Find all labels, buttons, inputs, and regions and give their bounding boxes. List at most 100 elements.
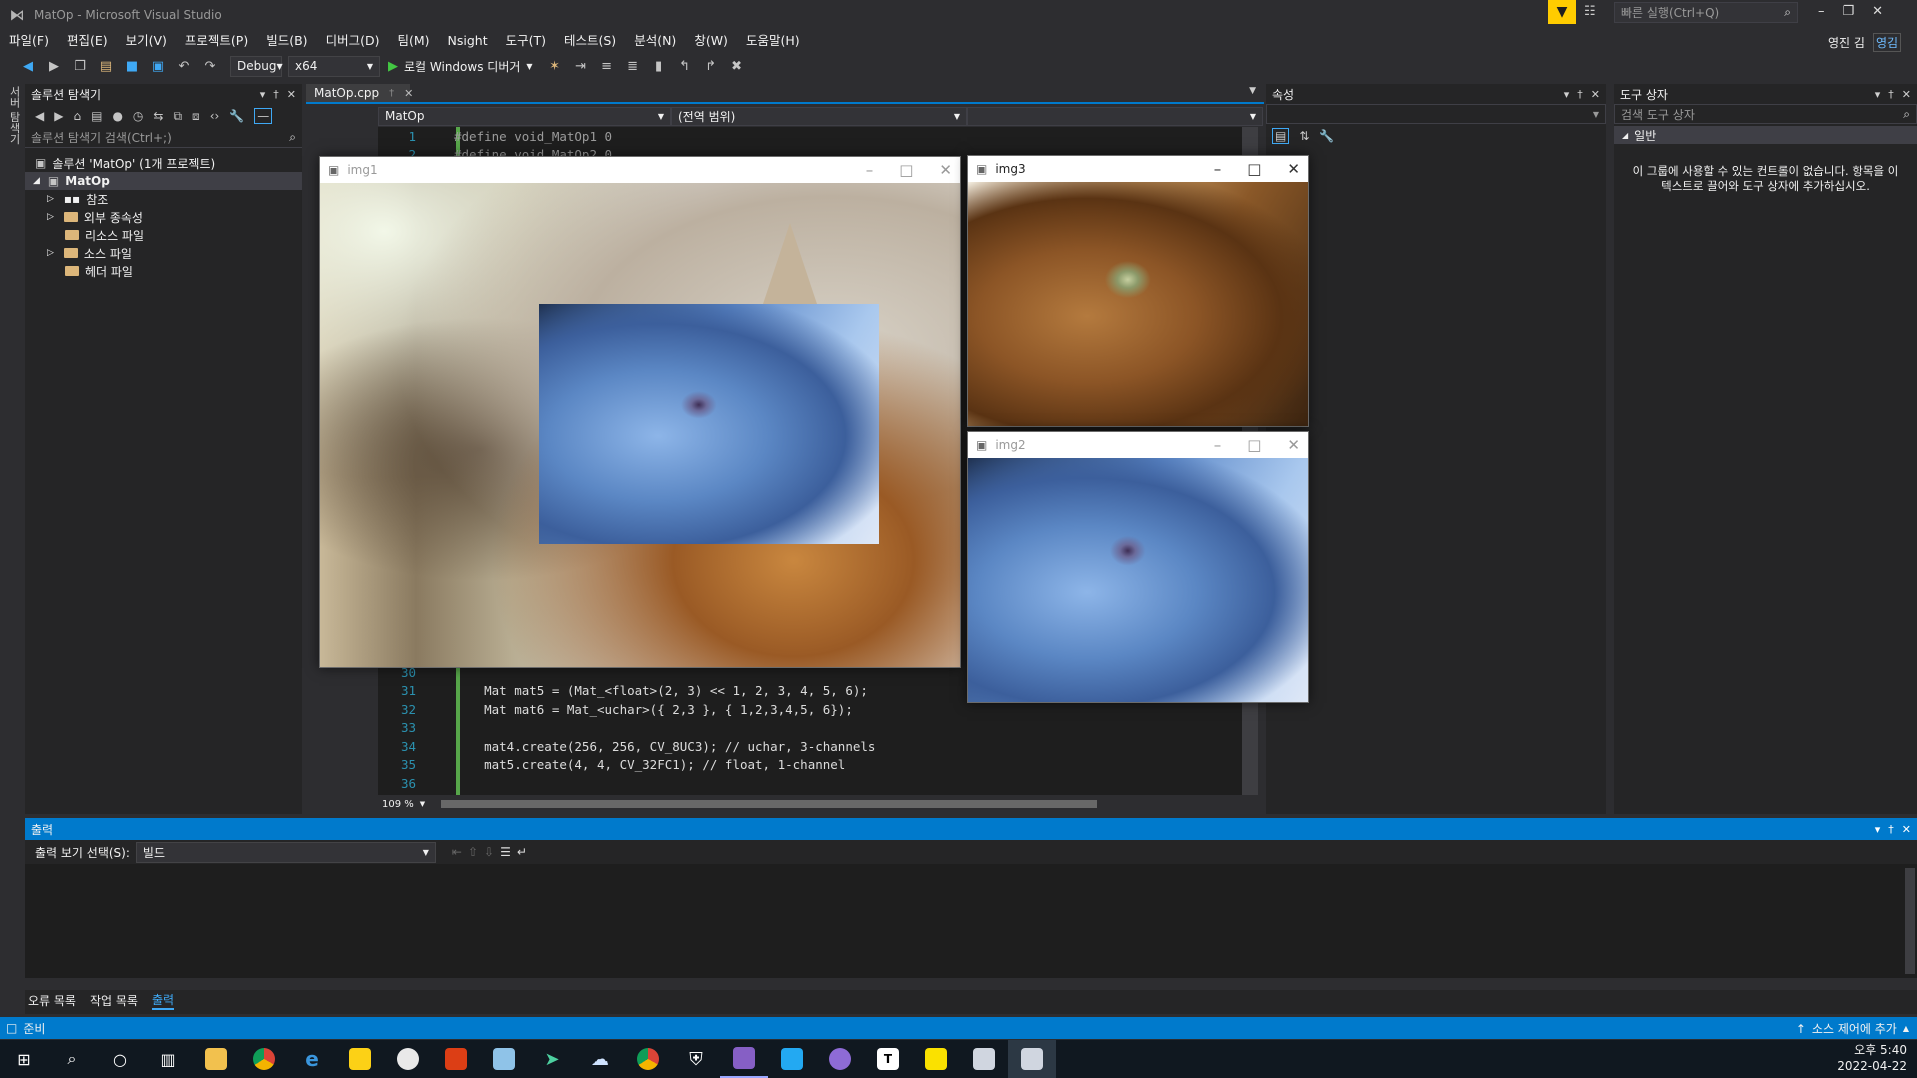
menu-view[interactable]: 보기(V) [117, 30, 176, 52]
find-message-icon[interactable]: ⇤ [452, 845, 462, 859]
tree-project[interactable]: ◢ ▣ MatOp [25, 172, 302, 190]
close-icon[interactable]: ✕ [287, 88, 296, 101]
app-window-icon[interactable] [960, 1040, 1008, 1078]
new-project-icon[interactable]: ❐ [68, 55, 92, 77]
platform-select[interactable]: x64 ▼ [288, 55, 380, 77]
minimize-button[interactable]: – [1214, 436, 1222, 454]
zoom-level[interactable]: 109 % [376, 799, 420, 810]
save-all-icon[interactable]: ▣ [146, 55, 170, 77]
uncomment-icon[interactable]: ≣ [621, 55, 645, 77]
system-clock[interactable]: 오후 5:40 2022-04-22 [1837, 1042, 1907, 1074]
member-nav-select[interactable]: ▼ [967, 106, 1263, 126]
pin-icon[interactable]: † [1888, 88, 1894, 101]
alphabetical-icon[interactable]: ⇅ [1299, 129, 1309, 143]
close-button[interactable]: ✕ [939, 161, 952, 179]
configuration-select[interactable]: Debug ▼ [230, 55, 283, 77]
office-icon[interactable] [432, 1040, 480, 1078]
menu-build[interactable]: 빌드(B) [257, 30, 316, 52]
tab-output[interactable]: 출력 [151, 991, 175, 1010]
close-icon[interactable]: ✕ [1591, 88, 1600, 101]
pin-icon[interactable]: † [1888, 823, 1894, 836]
maximize-button[interactable]: □ [899, 161, 913, 179]
output-source-select[interactable]: 빌드 ▼ [135, 841, 436, 863]
menu-edit[interactable]: 편집(E) [58, 30, 117, 52]
visual-studio-icon[interactable] [720, 1040, 768, 1078]
open-file-icon[interactable]: ▤ [94, 55, 118, 77]
project-nav-select[interactable]: MatOp ▼ [378, 106, 671, 126]
output-vertical-scrollbar[interactable] [1905, 868, 1915, 974]
previous-message-icon[interactable]: ⇧ [468, 845, 478, 859]
chevron-down-icon[interactable]: ▼ [420, 800, 425, 808]
image-window-img1[interactable]: ▣ img1 – □ ✕ [319, 156, 961, 668]
image-window-img2[interactable]: ▣ img2 – □ ✕ [967, 431, 1309, 703]
forward-icon[interactable]: ▶ [42, 55, 66, 77]
menu-team[interactable]: 팀(M) [388, 30, 438, 52]
output-horizontal-scrollbar[interactable] [25, 978, 1917, 990]
task-view-icon[interactable]: ▥ [144, 1040, 192, 1078]
minimize-button[interactable]: – [1818, 4, 1825, 19]
close-icon[interactable]: ✕ [1902, 88, 1911, 101]
pending-changes-icon[interactable]: ● [112, 109, 122, 123]
prev-bookmark-icon[interactable]: ↰ [673, 55, 697, 77]
minimize-button[interactable]: – [1214, 160, 1222, 178]
start-button[interactable]: ⊞ [0, 1040, 48, 1078]
save-icon[interactable]: ■ [120, 55, 144, 77]
menu-window[interactable]: 창(W) [685, 30, 737, 52]
img1-title-bar[interactable]: ▣ img1 – □ ✕ [320, 157, 960, 183]
file-explorer-icon[interactable] [192, 1040, 240, 1078]
preview-icon[interactable]: — [254, 108, 273, 124]
weather-icon[interactable]: ☁ [576, 1040, 624, 1078]
clear-all-icon[interactable]: ☰ [500, 845, 511, 859]
solution-search-input[interactable]: 솔루션 탐색기 검색(Ctrl+;) ⌕ [25, 128, 302, 148]
server-explorer-tab[interactable]: 서버 탐색기 [6, 86, 22, 166]
close-button[interactable]: ✕ [1287, 436, 1300, 454]
github-icon[interactable] [816, 1040, 864, 1078]
wrench-icon[interactable]: 🔧 [1319, 129, 1334, 143]
cortana-icon[interactable]: ○ [96, 1040, 144, 1078]
pin-icon[interactable]: † [273, 88, 279, 101]
properties-object-select[interactable]: ▼ [1266, 104, 1606, 124]
chevron-down-icon[interactable]: ▾ [1875, 88, 1881, 101]
menu-nsight[interactable]: Nsight [439, 30, 497, 52]
show-all-files-icon[interactable]: ⧈ [192, 109, 200, 124]
pin-icon[interactable]: † [389, 88, 394, 99]
tree-item[interactable]: ▷ ▪▪ 참조 [25, 190, 302, 208]
undo-icon[interactable]: ↶ [172, 55, 196, 77]
menu-help[interactable]: 도움말(H) [737, 30, 809, 52]
active-window-icon[interactable] [1008, 1040, 1056, 1078]
feedback-icon[interactable]: ☷ [1584, 4, 1596, 19]
chevron-down-icon[interactable]: ▾ [260, 88, 266, 101]
tab-error-list[interactable]: 오류 목록 [28, 992, 76, 1009]
quick-launch-input[interactable]: 빠른 실행(Ctrl+Q) ⌕ [1614, 2, 1798, 23]
horizontal-scrollbar[interactable] [441, 800, 1098, 808]
step-icon[interactable]: ⇥ [569, 55, 593, 77]
edge-icon[interactable]: e [288, 1040, 336, 1078]
forward-icon[interactable]: ▶ [54, 109, 63, 123]
chevron-down-icon[interactable]: ▾ [1564, 88, 1570, 101]
browser-link-icon[interactable]: ✶ [543, 55, 567, 77]
tree-item[interactable]: 헤더 파일 [25, 262, 302, 280]
scope-nav-select[interactable]: (전역 범위) ▼ [671, 106, 967, 126]
maximize-button[interactable]: □ [1247, 160, 1261, 178]
history-icon[interactable]: ◷ [133, 109, 143, 123]
kakaotalk-icon[interactable] [912, 1040, 960, 1078]
chrome-icon[interactable] [240, 1040, 288, 1078]
tree-item[interactable]: ▷ 외부 종속성 [25, 208, 302, 226]
user-name[interactable]: 영진 김 [1828, 34, 1865, 51]
back-icon[interactable]: ◀ [16, 55, 40, 77]
img2-title-bar[interactable]: ▣ img2 – □ ✕ [968, 432, 1308, 458]
close-button[interactable]: ✕ [1872, 4, 1883, 19]
minimize-button[interactable]: – [866, 161, 874, 179]
tab-matop-cpp[interactable]: MatOp.cpp † ✕ [306, 84, 413, 102]
toolbox-search-input[interactable]: 검색 도구 상자 ⌕ [1614, 104, 1917, 124]
menu-tools[interactable]: 도구(T) [497, 30, 555, 52]
tab-task-list[interactable]: 작업 목록 [90, 992, 138, 1009]
paper-plane-icon[interactable]: ➤ [528, 1040, 576, 1078]
next-message-icon[interactable]: ⇩ [484, 845, 494, 859]
notification-filter-icon[interactable]: ▼ [1548, 0, 1576, 24]
home-icon[interactable]: ⌂ [73, 109, 81, 123]
chrome-icon[interactable] [624, 1040, 672, 1078]
close-button[interactable]: ✕ [1287, 160, 1300, 178]
tab-overflow-icon[interactable]: ▼ [1249, 86, 1256, 96]
menu-debug[interactable]: 디버그(D) [317, 30, 389, 52]
